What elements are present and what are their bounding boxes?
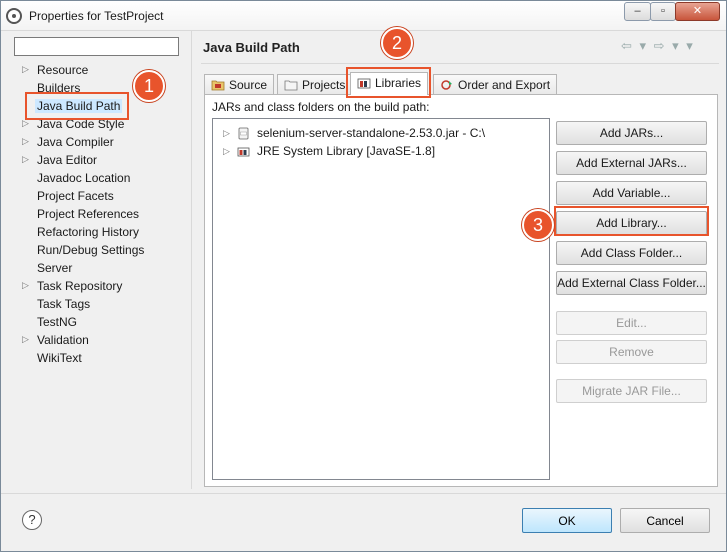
property-page-tree: ▷ Resource Builders Java Build Path ▷ Java Co… [14, 61, 186, 481]
tab-source[interactable]: Source [204, 74, 275, 94]
jar-label: selenium-server-standalone-2.53.0.jar - … [257, 126, 486, 140]
ok-button[interactable]: OK [522, 508, 612, 533]
tree-item-label: Refactoring History [37, 225, 140, 239]
expand-arrow-icon[interactable]: ▷ [22, 64, 29, 75]
tree-item-refactoring-history[interactable]: Refactoring History [14, 223, 186, 241]
callout-highlight-libraries-tab [346, 67, 431, 98]
tree-item-label: TestNG [37, 315, 78, 329]
tree-item-label: Task Repository [37, 279, 123, 293]
cancel-button[interactable]: Cancel [620, 508, 710, 533]
tree-item-project-references[interactable]: Project References [14, 205, 186, 223]
list-item-selenium-jar[interactable]: ▷ selenium-server-standalone-2.53.0.jar … [213, 124, 549, 142]
migrate-jar-file-button[interactable]: Migrate JAR File... [556, 379, 707, 403]
tree-item-wikitext[interactable]: WikiText [14, 349, 186, 367]
footer-separator [1, 493, 726, 494]
tree-item-validation[interactable]: ▷ Validation [14, 331, 186, 349]
tree-item-java-compiler[interactable]: ▷ Java Compiler [14, 133, 186, 151]
properties-dialog: Properties for TestProject ‒ ▫ ✕ ▷ Resour… [0, 0, 727, 552]
expand-arrow-icon[interactable]: ▷ [223, 128, 230, 139]
library-icon [237, 145, 250, 158]
add-class-folder-button[interactable]: Add Class Folder... [556, 241, 707, 265]
callout-highlight-java-build-path [25, 92, 129, 120]
tree-item-label: Java Editor [37, 153, 98, 167]
tab-label: Source [229, 78, 268, 92]
tab-label: Projects [302, 78, 346, 92]
expand-arrow-icon[interactable]: ▷ [22, 136, 29, 147]
expand-arrow-icon[interactable]: ▷ [22, 280, 29, 291]
tree-item-label: Project References [37, 207, 140, 221]
tab-order-and-export[interactable]: Order and Export [433, 74, 558, 94]
tree-item-task-tags[interactable]: Task Tags [14, 295, 186, 313]
maximize-button[interactable]: ▫ [650, 2, 676, 21]
tree-item-project-facets[interactable]: Project Facets [14, 187, 186, 205]
tree-item-label: Project Facets [37, 189, 114, 203]
tab-projects[interactable]: Projects [277, 74, 353, 94]
list-item-jre-library[interactable]: ▷ JRE System Library [JavaSE-1.8] [213, 142, 549, 160]
remove-button[interactable]: Remove [556, 340, 707, 364]
minimize-button[interactable]: ‒ [624, 2, 651, 21]
tree-item-task-repository[interactable]: ▷ Task Repository [14, 277, 186, 295]
tree-item-server[interactable]: Server [14, 259, 186, 277]
history-nav-arrows[interactable]: ⇦ ▾ ⇨ ▾ ▾ [621, 38, 695, 54]
add-variable-button[interactable]: Add Variable... [556, 181, 707, 205]
filter-input[interactable] [14, 37, 179, 56]
add-external-jars-button[interactable]: Add External JARs... [556, 151, 707, 175]
add-jars-button[interactable]: Add JARs... [556, 121, 707, 145]
tree-item-label: Validation [37, 333, 89, 347]
panel-divider [191, 31, 192, 489]
expand-arrow-icon[interactable]: ▷ [22, 334, 29, 345]
jar-file-icon [237, 127, 250, 140]
tree-item-label: WikiText [37, 351, 82, 365]
tree-item-javadoc-location[interactable]: Javadoc Location [14, 169, 186, 187]
build-path-tabs: Source Projects Libraries Order and Expo… [204, 72, 724, 96]
tree-item-run-debug-settings[interactable]: Run/Debug Settings [14, 241, 186, 259]
callout-badge-2: 2 [381, 27, 413, 59]
source-folder-icon [211, 79, 225, 91]
close-button[interactable]: ✕ [675, 2, 720, 21]
tree-item-testng[interactable]: TestNG [14, 313, 186, 331]
tree-item-label: Run/Debug Settings [37, 243, 145, 257]
expand-arrow-icon[interactable]: ▷ [22, 154, 29, 165]
expand-arrow-icon[interactable]: ▷ [223, 146, 230, 157]
jar-list-caption: JARs and class folders on the build path… [212, 100, 430, 114]
library-label: JRE System Library [JavaSE-1.8] [257, 144, 436, 158]
title-bar: Properties for TestProject ‒ ▫ ✕ [1, 1, 726, 31]
callout-badge-3: 3 [522, 209, 554, 241]
tab-label: Order and Export [458, 78, 551, 92]
tree-item-label: Javadoc Location [37, 171, 131, 185]
help-icon[interactable]: ? [22, 510, 42, 530]
page-title: Java Build Path [203, 40, 300, 55]
title-separator [201, 63, 719, 64]
tree-item-label: Resource [37, 63, 89, 77]
window-title: Properties for TestProject [29, 9, 164, 23]
tree-item-java-editor[interactable]: ▷ Java Editor [14, 151, 186, 169]
tree-item-label: Java Compiler [37, 135, 114, 149]
build-path-entries-list[interactable]: ▷ selenium-server-standalone-2.53.0.jar … [212, 118, 550, 480]
callout-badge-1: 1 [133, 70, 165, 102]
add-external-class-folder-button[interactable]: Add External Class Folder... [556, 271, 707, 295]
tree-item-label: Server [37, 261, 73, 275]
edit-button[interactable]: Edit... [556, 311, 707, 335]
callout-highlight-add-library [554, 206, 709, 236]
order-export-icon [440, 79, 454, 91]
eclipse-icon [6, 8, 22, 24]
tree-item-label: Task Tags [37, 297, 91, 311]
projects-folder-icon [284, 79, 298, 91]
